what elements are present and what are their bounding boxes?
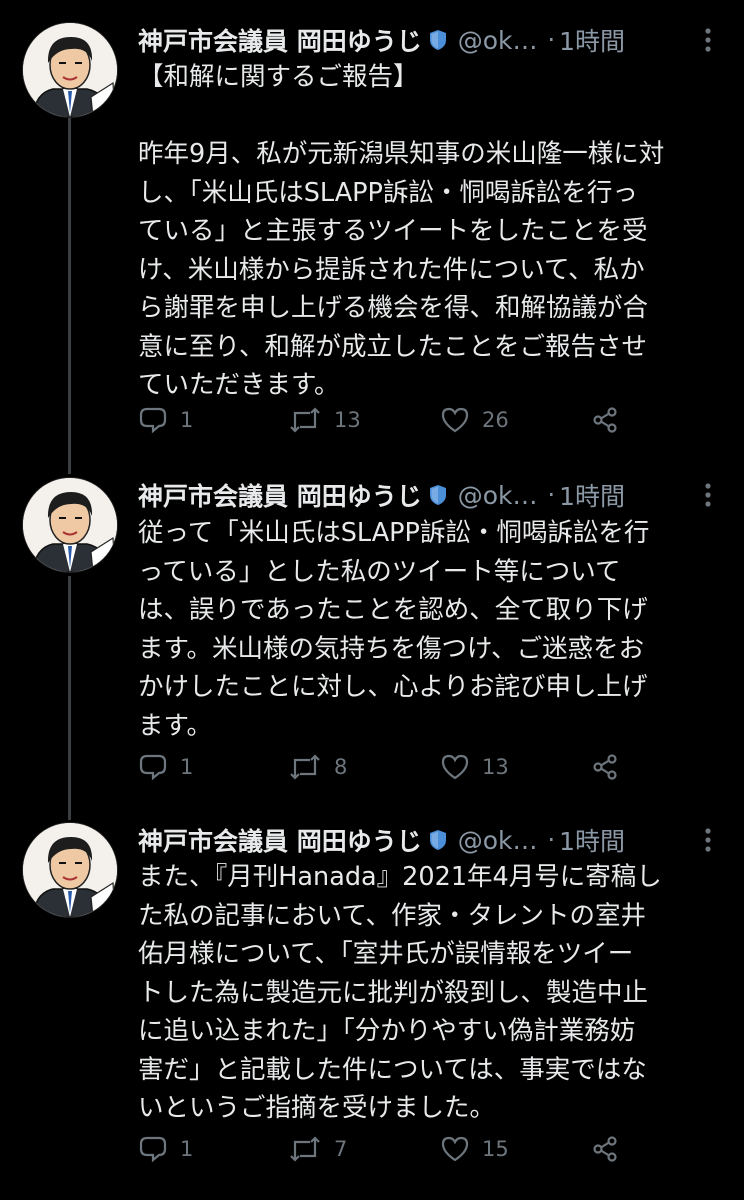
heart-icon: [440, 752, 470, 782]
retweet-count: 13: [334, 408, 361, 432]
tweet-text-line: ます。: [138, 710, 212, 741]
tweet-text-line: し、「米山氏はSLAPP訴訟・恫喝訴訟を行っ: [138, 177, 638, 208]
user-handle[interactable]: @ok…: [458, 826, 538, 855]
tweet-text-line: っている」とした私のツイート等について: [138, 556, 621, 587]
like-count: 15: [482, 1137, 509, 1161]
more-vertical-icon[interactable]: [698, 480, 718, 510]
like-button[interactable]: 15: [440, 1129, 509, 1169]
avatar[interactable]: [22, 22, 118, 118]
tweet-header: 神戸市会議員 岡田ゆうじ @ok… · 1時間: [138, 820, 724, 860]
retweet-button[interactable]: 13: [288, 400, 361, 440]
like-button[interactable]: 13: [440, 747, 509, 787]
display-name[interactable]: 神戸市会議員 岡田ゆうじ: [138, 22, 422, 58]
tweet-text-line: ていただきます。: [138, 370, 340, 400]
tweet-text-line: ら謝罪を申し上げる機会を得、和解協議が合: [138, 293, 649, 323]
reply-count: 1: [180, 1137, 194, 1161]
timestamp[interactable]: 1時間: [559, 22, 625, 58]
reply-icon: [138, 752, 168, 782]
timestamp[interactable]: 1時間: [559, 822, 625, 858]
tweet-header: 神戸市会議員 岡田ゆうじ @ok… · 1時間: [138, 475, 724, 515]
reply-count: 1: [180, 408, 194, 432]
reply-button[interactable]: 1: [138, 747, 193, 787]
verified-badge-icon: [426, 828, 450, 852]
reply-icon: [138, 1134, 168, 1164]
share-icon: [590, 405, 620, 435]
tweet-text-line: 意に至り、和解が成立したことをご報告させ: [138, 331, 647, 362]
tweet[interactable]: 神戸市会議員 岡田ゆうじ @ok… · 1時間 従って「米山氏はSLAPP訴訟・…: [0, 475, 744, 805]
user-handle[interactable]: @ok…: [458, 26, 538, 55]
tweet-actions: 1 8 13: [138, 747, 638, 787]
tweet-text-line: [138, 97, 728, 136]
reply-button[interactable]: 1: [138, 400, 193, 440]
tweet-text-line: ます。米山様の気持ちを傷つけ、ご迷惑をお: [138, 633, 645, 664]
like-count: 26: [482, 408, 509, 432]
more-vertical-icon[interactable]: [698, 25, 718, 55]
tweet-text: 従って「米山氏はSLAPP訴訟・恫喝訴訟を行 っている」とした私のツイート等につ…: [138, 514, 728, 745]
tweet[interactable]: 神戸市会議員 岡田ゆうじ @ok… · 1時間 【和解に関するご報告】 昨年9月…: [0, 0, 744, 460]
like-count: 13: [482, 755, 509, 779]
verified-badge-icon: [426, 28, 450, 52]
user-handle[interactable]: @ok…: [458, 481, 538, 510]
avatar[interactable]: [22, 477, 118, 573]
tweet-text-line: 【和解に関するご報告】: [138, 62, 419, 92]
tweet[interactable]: 神戸市会議員 岡田ゆうじ @ok… · 1時間 また、『月刊Hanada』202…: [0, 820, 744, 1200]
display-name[interactable]: 神戸市会議員 岡田ゆうじ: [138, 822, 422, 858]
reply-count: 1: [180, 755, 194, 779]
like-button[interactable]: 26: [440, 400, 509, 440]
retweet-button[interactable]: 8: [288, 747, 347, 787]
retweet-count: 8: [334, 755, 348, 779]
tweet-text-line: 害だ」と記載した件については、事実ではな: [138, 1054, 647, 1085]
tweet-text-line: に追い込まれた」「分かりやすい偽計業務妨: [138, 1016, 636, 1046]
tweet-text-line: いというご指摘を受けました。: [138, 1093, 496, 1123]
display-name[interactable]: 神戸市会議員 岡田ゆうじ: [138, 477, 422, 513]
tweet-text: また、『月刊Hanada』2021年4月号に寄稿し た私の記事において、作家・タ…: [138, 858, 728, 1128]
separator-dot: ·: [547, 826, 556, 854]
tweet-text-line: 佑月様について、「室井氏が誤情報をツイー: [138, 939, 634, 969]
tweet-header: 神戸市会議員 岡田ゆうじ @ok… · 1時間: [138, 20, 724, 60]
retweet-icon: [288, 405, 322, 435]
share-button[interactable]: [590, 747, 620, 787]
tweet-text-line: また、『月刊Hanada』2021年4月号に寄稿し: [138, 862, 662, 892]
tweet-actions: 1 13 26: [138, 400, 638, 440]
reply-icon: [138, 405, 168, 435]
reply-button[interactable]: 1: [138, 1129, 193, 1169]
separator-dot: ·: [547, 26, 556, 54]
tweet-text-line: ている」と主張するツイートをしたことを受: [138, 216, 648, 246]
heart-icon: [440, 405, 470, 435]
tweet-text-line: は、誤りであったことを認め、全て取り下げ: [138, 595, 648, 625]
verified-badge-icon: [426, 483, 450, 507]
retweet-button[interactable]: 7: [288, 1129, 347, 1169]
more-vertical-icon[interactable]: [698, 825, 718, 855]
tweet-text-line: 従って「米山氏はSLAPP訴訟・恫喝訴訟を行: [138, 518, 650, 548]
tweet-text-line: 昨年9月、私が元新潟県知事の米山隆一様に対: [138, 139, 665, 169]
tweet-text-line: トした為に製造元に批判が殺到し、製造中止: [138, 977, 649, 1008]
share-icon: [590, 1134, 620, 1164]
share-button[interactable]: [590, 1129, 620, 1169]
retweet-icon: [288, 752, 322, 782]
retweet-icon: [288, 1134, 322, 1164]
heart-icon: [440, 1134, 470, 1164]
retweet-count: 7: [334, 1137, 348, 1161]
avatar[interactable]: [22, 822, 118, 918]
separator-dot: ·: [547, 481, 556, 509]
timestamp[interactable]: 1時間: [559, 477, 625, 513]
tweet-text-line: かけしたことに対し、心よりお詫び申し上げ: [138, 672, 648, 702]
share-icon: [590, 752, 620, 782]
tweet-text: 【和解に関するご報告】 昨年9月、私が元新潟県知事の米山隆一様に対 し、「米山氏…: [138, 58, 728, 405]
tweet-text-line: た私の記事において、作家・タレントの室井: [138, 900, 646, 931]
share-button[interactable]: [590, 400, 620, 440]
tweet-text-line: け、米山様から提訴された件について、私か: [138, 254, 645, 285]
tweet-actions: 1 7 15: [138, 1129, 638, 1169]
